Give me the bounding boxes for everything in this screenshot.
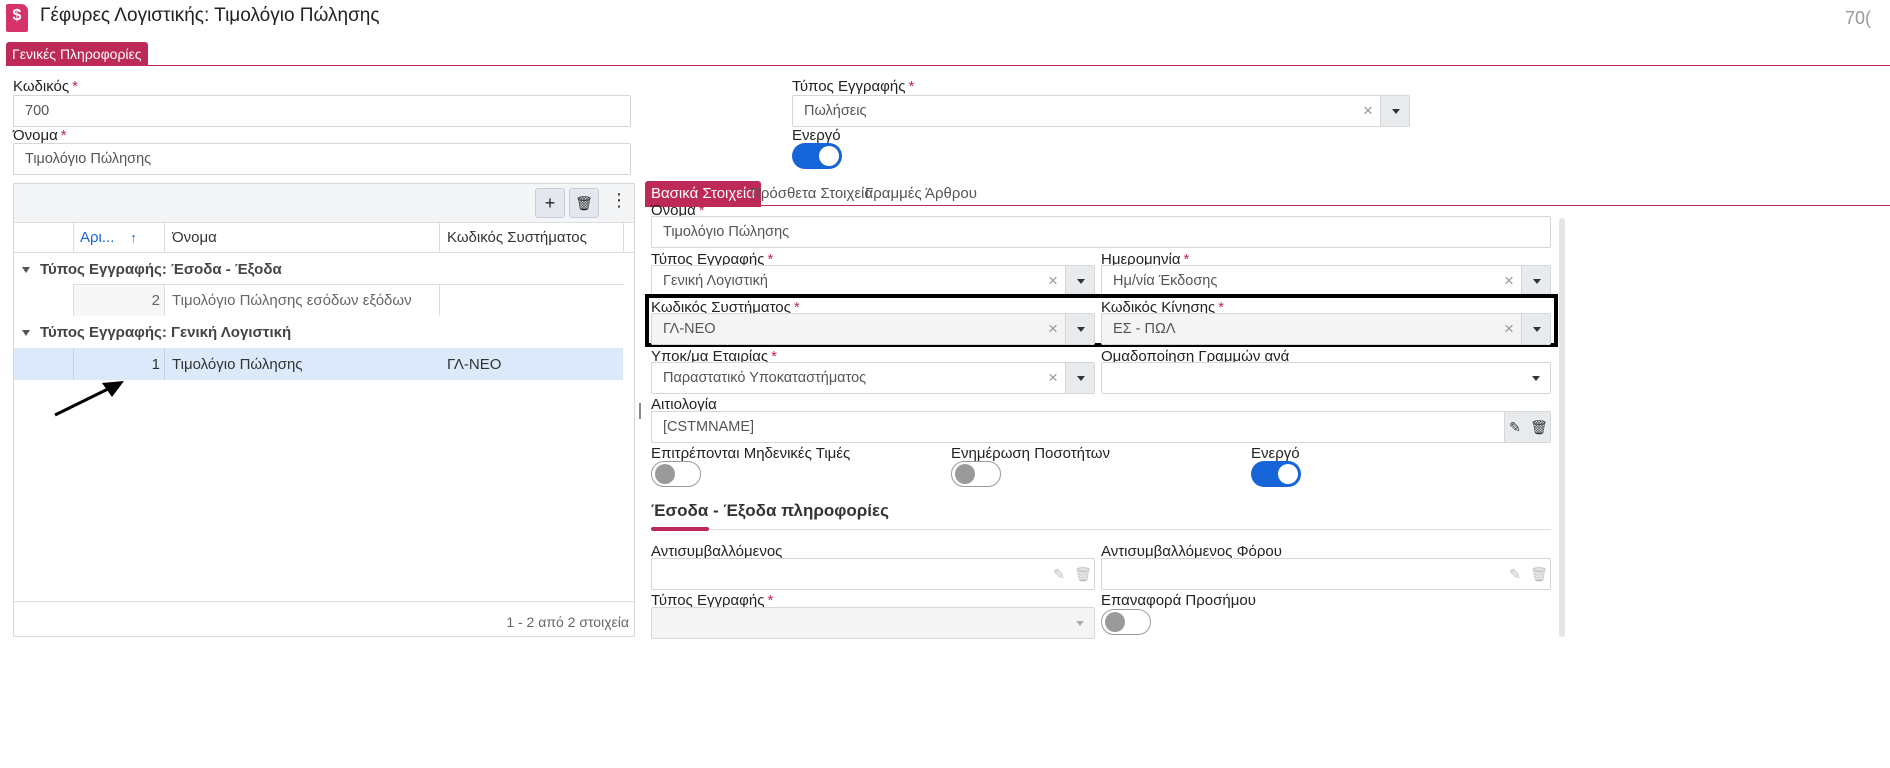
grid-pager-info: 1 - 2 από 2 στοιχεία	[506, 614, 629, 630]
sign-reverse-toggle[interactable]	[1101, 609, 1151, 635]
corner-record-code: 70(	[1845, 8, 1872, 28]
entry-type-select[interactable]	[651, 607, 1095, 639]
trash-icon[interactable]: 🗑	[1072, 559, 1094, 589]
column-header-number[interactable]: Αρι... ↑	[80, 229, 137, 246]
qty-update-toggle[interactable]	[951, 461, 1001, 487]
grid-header-top	[14, 222, 634, 223]
column-header-system-code[interactable]: Κωδικός Συστήματος	[447, 229, 587, 246]
clear-icon[interactable]: ×	[1498, 314, 1520, 344]
clear-icon[interactable]: ×	[1042, 363, 1064, 393]
detail-name-input[interactable]: Τιμολόγιο Πώλησης	[651, 216, 1551, 248]
row-number: 2	[151, 292, 160, 309]
detail-type-select[interactable]: Γενική Λογιστική ×	[651, 265, 1095, 297]
add-button[interactable]: +	[535, 188, 565, 218]
active-toggle[interactable]	[792, 143, 842, 169]
collapse-icon[interactable]	[22, 330, 30, 337]
edit-icon[interactable]: ✎	[1504, 412, 1526, 442]
code-input[interactable]: 700	[13, 95, 631, 127]
code-label: Κωδικός *	[13, 78, 78, 95]
row-name: Τιμολόγιο Πώλησης εσόδων εξόδων	[172, 292, 412, 309]
col-divider	[164, 222, 165, 253]
trash-icon[interactable]: 🗑	[1528, 559, 1550, 589]
trash-icon[interactable]: 🗑	[1528, 412, 1550, 442]
reason-input[interactable]: [CSTMNAME] ✎ 🗑	[651, 411, 1551, 443]
grid-header-bottom	[14, 252, 634, 253]
chevron-down-icon[interactable]	[1065, 363, 1094, 393]
col-divider	[623, 222, 624, 253]
branch-select[interactable]: Παραστατικό Υποκαταστήματος ×	[651, 362, 1095, 394]
name-label: Όνομα *	[13, 127, 67, 144]
detail-tab-divider	[645, 205, 1890, 206]
section-accent	[651, 527, 709, 531]
delete-button[interactable]: 🗑	[569, 188, 599, 218]
type-label: Τύπος Εγγραφής *	[792, 78, 915, 95]
column-header-name[interactable]: Όνομα	[172, 229, 217, 246]
annotation-arrow-icon	[54, 381, 124, 417]
sort-asc-icon: ↑	[130, 230, 137, 245]
sign-reverse-label: Επαναφορά Προσήμου	[1101, 592, 1256, 609]
chevron-down-icon[interactable]	[1065, 266, 1094, 296]
col-divider	[164, 285, 165, 316]
more-options-icon[interactable]: ⋮	[610, 190, 628, 211]
group-row[interactable]: Τύπος Εγγραφής: Γενική Λογιστική	[22, 324, 291, 341]
col-divider	[73, 222, 74, 253]
zero-values-label: Επιτρέπονται Μηδενικές Τιμές	[651, 445, 851, 462]
col-divider	[73, 285, 74, 316]
chevron-down-icon[interactable]	[1380, 96, 1409, 126]
tab-article-lines[interactable]: Γραμμές Άρθρου	[865, 181, 977, 207]
section-underline	[651, 529, 1551, 530]
grouping-select[interactable]	[1101, 362, 1551, 394]
chevron-down-icon[interactable]	[1521, 363, 1550, 393]
panel-splitter[interactable]	[639, 403, 641, 419]
row-number: 1	[151, 356, 160, 373]
col-divider	[164, 348, 165, 380]
col-divider	[439, 222, 440, 253]
grid-footer-divider	[14, 601, 634, 602]
clear-icon[interactable]: ×	[1042, 314, 1064, 344]
counterparty-input[interactable]: ✎ 🗑	[651, 558, 1095, 590]
system-code-select[interactable]: ΓΛ-ΝΕΟ ×	[651, 313, 1095, 345]
col-divider	[439, 285, 440, 316]
chevron-down-icon[interactable]	[1065, 608, 1094, 638]
row-system-code: ΓΛ-ΝΕΟ	[447, 356, 502, 373]
tax-counterparty-input[interactable]: ✎ 🗑	[1101, 558, 1551, 590]
move-code-select[interactable]: ΕΣ - ΠΩΛ ×	[1101, 313, 1551, 345]
row-name: Τιμολόγιο Πώλησης	[172, 356, 303, 373]
scrollbar[interactable]	[1559, 218, 1565, 637]
detail-active-toggle[interactable]	[1251, 461, 1301, 487]
tab-general-info[interactable]: Γενικές Πληροφορίες	[6, 42, 148, 66]
chevron-down-icon[interactable]	[1521, 314, 1550, 344]
app-icon: $	[6, 4, 28, 32]
chevron-down-icon[interactable]	[1521, 266, 1550, 296]
page-title: Γέφυρες Λογιστικής: Τιμολόγιο Πώλησης	[40, 5, 380, 26]
chevron-down-icon[interactable]	[1065, 314, 1094, 344]
clear-icon[interactable]: ×	[1498, 266, 1520, 296]
qty-update-label: Ενημέρωση Ποσοτήτων	[951, 445, 1110, 462]
collapse-icon[interactable]	[22, 267, 30, 274]
clear-icon[interactable]: ×	[1357, 96, 1379, 126]
zero-values-toggle[interactable]	[651, 461, 701, 487]
edit-icon[interactable]: ✎	[1504, 559, 1526, 589]
section-title: Έσοδα - Έξοδα πληροφορίες	[651, 501, 889, 520]
name-input[interactable]: Τιμολόγιο Πώλησης	[13, 143, 631, 175]
edit-icon[interactable]: ✎	[1048, 559, 1070, 589]
group-row[interactable]: Τύπος Εγγραφής: Έσοδα - Έξοδα	[22, 261, 282, 278]
tab-additional-info[interactable]: Πρόσθετα Στοιχεία	[750, 181, 873, 207]
type-select[interactable]: Πωλήσεις ×	[792, 95, 1410, 127]
clear-icon[interactable]: ×	[1042, 266, 1064, 296]
tab-divider	[6, 65, 1890, 66]
active-label: Ενεργό	[792, 127, 841, 144]
date-select[interactable]: Ημ/νία Έκδοσης ×	[1101, 265, 1551, 297]
detail-active-label: Ενεργό	[1251, 445, 1300, 462]
